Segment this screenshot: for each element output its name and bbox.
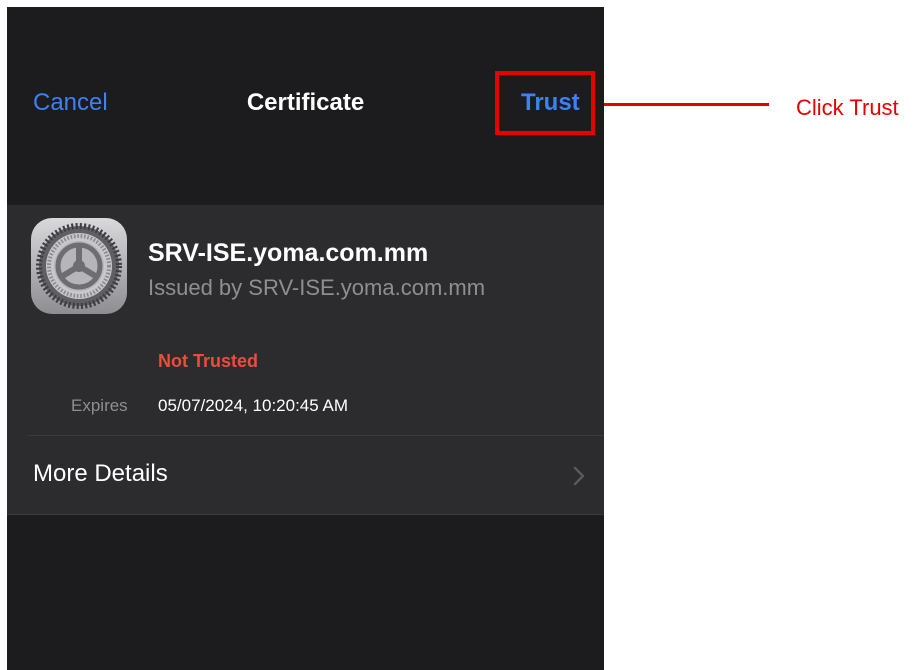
trust-highlight-box (495, 71, 595, 135)
settings-gear-icon (31, 218, 127, 314)
more-details-label: More Details (33, 460, 168, 487)
callout-text: Click Trust (796, 95, 899, 120)
certificate-card: SRV-ISE.yoma.com.mm Issued by SRV-ISE.yo… (7, 205, 604, 515)
certificate-issuer: Issued by SRV-ISE.yoma.com.mm (148, 275, 486, 300)
chevron-right-icon (573, 466, 585, 491)
expires-label: Expires (71, 396, 128, 415)
divider (7, 514, 604, 515)
expires-value: 05/07/2024, 10:20:45 AM (158, 396, 348, 415)
more-details-row[interactable]: More Details (7, 436, 604, 514)
certificate-name: SRV-ISE.yoma.com.mm (148, 239, 429, 267)
callout-line (604, 103, 769, 106)
trust-status: Not Trusted (158, 351, 259, 371)
